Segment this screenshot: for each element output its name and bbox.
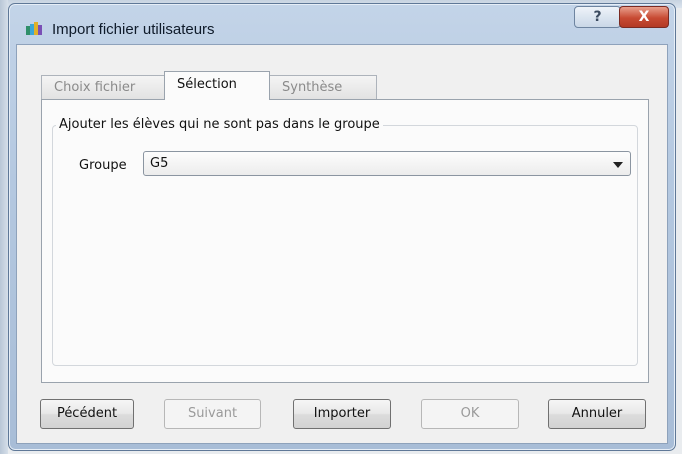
- dropdown-arrow-icon[interactable]: [613, 162, 623, 168]
- cancel-button[interactable]: Annuler: [548, 399, 646, 429]
- groupe-value: G5: [150, 156, 169, 171]
- tab-synthese[interactable]: Synthèse: [269, 75, 377, 99]
- background-window-edge: [0, 0, 8, 454]
- ok-button[interactable]: OK: [421, 399, 519, 429]
- selection-tab-pane: Ajouter les élèves qui ne sont pas dans …: [41, 99, 649, 383]
- app-icon: [25, 21, 43, 37]
- import-button[interactable]: Importer: [293, 399, 391, 429]
- group-box-title: Ajouter les élèves qui ne sont pas dans …: [56, 117, 383, 132]
- dialog-body: Choix fichier Sélection Synthèse Ajouter…: [16, 44, 668, 444]
- help-button[interactable]: ?: [574, 6, 621, 28]
- tab-choix-fichier[interactable]: Choix fichier: [41, 75, 165, 99]
- import-dialog: Import fichier utilisateurs ? X Choix fi…: [8, 3, 676, 451]
- title-bar[interactable]: Import fichier utilisateurs ? X: [9, 4, 675, 48]
- close-button[interactable]: X: [619, 6, 669, 28]
- next-button[interactable]: Suivant: [164, 399, 261, 429]
- groupe-combobox[interactable]: G5: [143, 151, 631, 176]
- groupe-label: Groupe: [79, 158, 127, 173]
- tab-selection[interactable]: Sélection: [164, 71, 270, 100]
- previous-button[interactable]: Pécédent: [40, 399, 134, 429]
- window-title: Import fichier utilisateurs: [52, 21, 215, 38]
